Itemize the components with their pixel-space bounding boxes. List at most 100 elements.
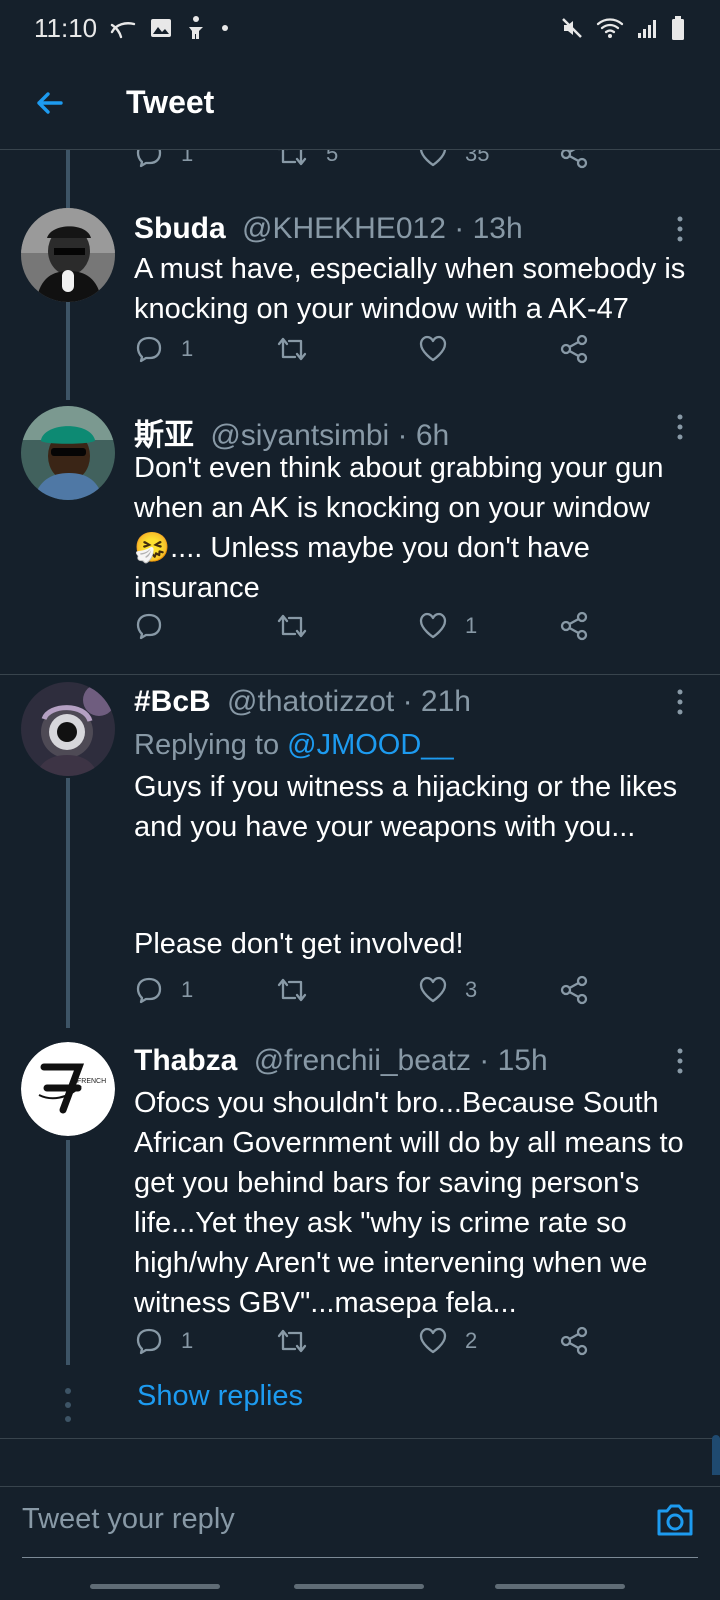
like-count: 1 (465, 613, 478, 638)
tweet-text: Guys if you witness a hijacking or the l… (134, 771, 678, 843)
like-icon (419, 1327, 447, 1354)
tweet-text: Ofocs you shouldn't bro...Because South … (134, 1087, 684, 1319)
display-name[interactable]: Thabza (134, 1044, 237, 1077)
reply-icon (136, 336, 162, 363)
tweet-text-part: .... Unless maybe you don't have insuran… (134, 532, 590, 604)
share-icon (560, 975, 588, 1005)
retweet-icon (277, 1329, 307, 1353)
reply-icon (136, 977, 162, 1004)
reply-button[interactable]: 1 (134, 1321, 193, 1361)
avatar[interactable] (21, 406, 115, 500)
user-handle[interactable]: @frenchii_beatz (254, 1044, 471, 1077)
reply-button[interactable]: 1 (134, 150, 193, 174)
tweet-text: Please don't get involved! (134, 928, 464, 960)
reply-count: 1 (181, 150, 194, 166)
tweet-time: · 15h (479, 1044, 548, 1077)
like-button[interactable]: 2 (418, 1321, 477, 1361)
retweet-button[interactable]: 5 (275, 150, 338, 174)
status-bar: 11:10 (0, 0, 720, 56)
tweet-header: #BcB @thatotizzot · 21h (134, 685, 668, 719)
share-button[interactable] (559, 606, 589, 646)
avatar[interactable] (21, 208, 115, 302)
reply-tweet[interactable]: FRENCH Thabza @frenchii_beatz · 15h Ofoc… (0, 1035, 720, 1365)
share-icon (560, 334, 588, 364)
share-icon (560, 611, 588, 641)
retweet-icon (277, 337, 307, 361)
tweet-text: Don't even think about grabbing your gun… (134, 448, 694, 608)
replying-to: Replying to @JMOOD__ (134, 725, 694, 765)
more-options-icon[interactable] (674, 1048, 686, 1074)
thread-ellipsis-icon (65, 1388, 71, 1422)
replying-to-label: Replying to (134, 729, 280, 761)
reply-button[interactable]: 1 (134, 970, 193, 1010)
svg-text:FRENCH: FRENCH (77, 1078, 106, 1085)
avatar[interactable]: FRENCH (21, 1042, 115, 1136)
system-navigation-bar (0, 1584, 720, 1600)
reply-count: 1 (181, 977, 194, 1002)
camera-button[interactable] (654, 1499, 696, 1541)
tweet-actions: 1 5 35 (134, 150, 614, 174)
tweet-header: Thabza @frenchii_beatz · 15h (134, 1044, 668, 1078)
scrollbar-thumb[interactable] (712, 1435, 720, 1475)
show-replies-link[interactable]: Show replies (137, 1380, 303, 1413)
reply-button[interactable] (134, 606, 181, 646)
reply-tweet[interactable]: #BcB @thatotizzot · 21h Replying to @JMO… (0, 675, 720, 1020)
display-name[interactable]: #BcB (134, 685, 211, 718)
home-button[interactable] (294, 1584, 424, 1589)
retweet-button[interactable] (275, 606, 326, 646)
reply-icon (136, 150, 162, 168)
cellular-signal-icon (636, 16, 658, 40)
like-button[interactable] (418, 329, 465, 369)
like-icon (420, 150, 446, 167)
reply-count: 1 (181, 336, 194, 361)
display-name[interactable]: Sbuda (134, 212, 226, 245)
user-handle[interactable]: @thatotizzot (227, 685, 394, 718)
retweet-count: 5 (326, 150, 339, 166)
retweet-button[interactable] (275, 329, 326, 369)
more-options-icon[interactable] (674, 689, 686, 715)
back-button[interactable] (0, 56, 98, 150)
like-count: 3 (465, 977, 478, 1002)
accessibility-icon (185, 15, 207, 41)
tweet-actions: 1 3 (134, 970, 614, 1010)
retweet-icon (278, 150, 307, 166)
retweet-icon (277, 614, 307, 638)
share-button[interactable] (559, 150, 589, 174)
input-underline (22, 1557, 698, 1558)
status-left: 11:10 (34, 13, 231, 44)
retweet-button[interactable] (275, 1321, 326, 1361)
reply-button[interactable]: 1 (134, 329, 193, 369)
replies-scroll-area[interactable]: 1 5 35 Sbuda @KHEKHE012 · 13h A must hav… (0, 150, 720, 1475)
reply-input[interactable]: Tweet your reply (22, 1503, 235, 1536)
replying-to-handle[interactable]: @JMOOD__ (287, 729, 453, 761)
like-button[interactable]: 3 (418, 970, 477, 1010)
sneezing-face-emoji: 🤧 (134, 532, 171, 564)
retweet-button[interactable] (275, 970, 326, 1010)
user-handle[interactable]: @KHEKHE012 (242, 212, 446, 245)
reply-icon (136, 1328, 162, 1355)
more-options-icon[interactable] (674, 414, 686, 440)
like-button[interactable]: 35 (418, 150, 489, 174)
reply-composer[interactable]: Tweet your reply (0, 1486, 720, 1574)
reply-count: 1 (181, 1328, 194, 1353)
avatar[interactable] (21, 682, 115, 776)
reply-tweet[interactable]: 斯亚 @siyantsimbi · 6h Don't even think ab… (0, 398, 720, 658)
tweet-text-part: Don't even think about grabbing your gun… (134, 452, 664, 524)
more-options-icon[interactable] (674, 216, 686, 242)
back-arrow-icon (37, 91, 63, 114)
tweet-header: Sbuda @KHEKHE012 · 13h (134, 212, 668, 246)
tweet-actions: 1 2 (134, 1321, 614, 1361)
share-icon (560, 150, 588, 169)
back-nav-button[interactable] (495, 1584, 625, 1589)
share-button[interactable] (559, 1321, 589, 1361)
notification-icon (109, 17, 137, 39)
tweet-text: A must have, especially when somebody is… (134, 253, 686, 325)
reply-tweet[interactable]: Sbuda @KHEKHE012 · 13h A must have, espe… (0, 190, 720, 380)
tweet-time: · 13h (454, 212, 523, 245)
recent-apps-button[interactable] (90, 1584, 220, 1589)
like-icon (419, 335, 447, 362)
page-title: Tweet (126, 84, 215, 120)
share-button[interactable] (559, 329, 589, 369)
like-button[interactable]: 1 (418, 606, 477, 646)
share-button[interactable] (559, 970, 589, 1010)
